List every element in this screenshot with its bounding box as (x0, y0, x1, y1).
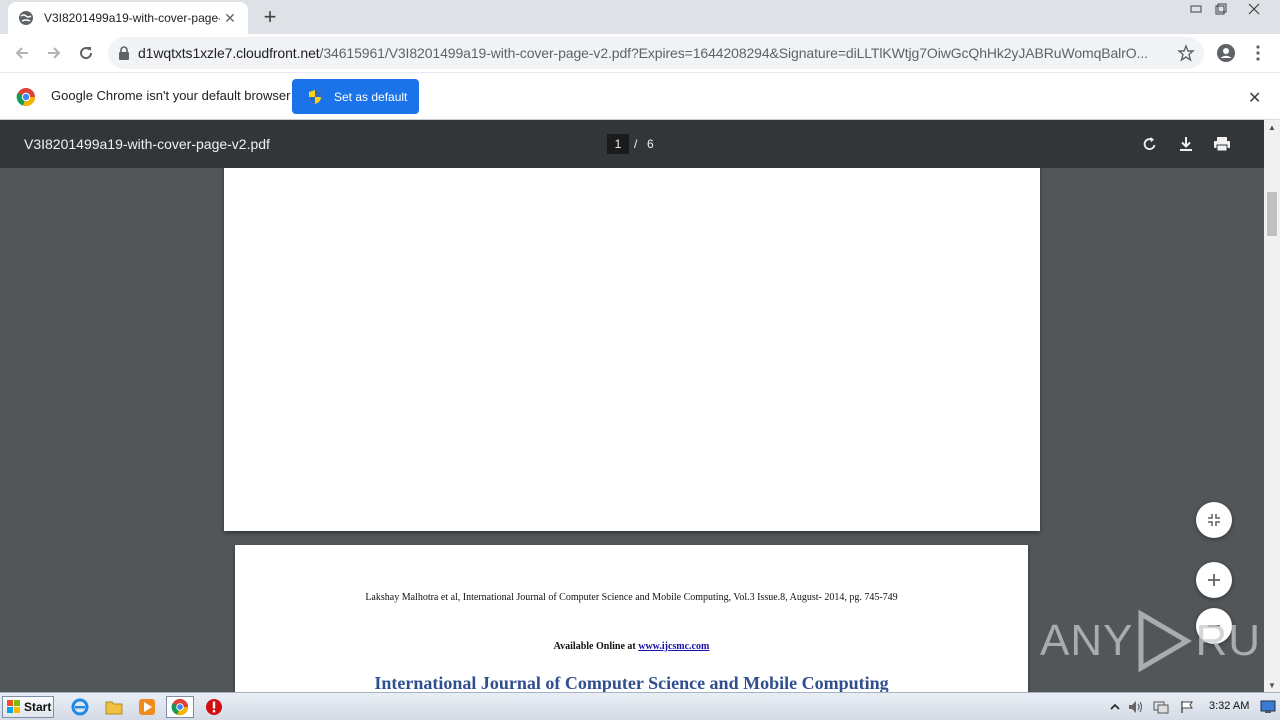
security-alert-taskbar-icon[interactable] (200, 696, 228, 718)
citation-header: Lakshay Malhotra et al, International Jo… (365, 592, 898, 603)
lock-icon (119, 46, 129, 60)
forward-arrow-icon (48, 47, 61, 59)
play-triangle-icon (1138, 610, 1193, 672)
reload-icon (80, 47, 93, 60)
rotate-icon (1143, 137, 1156, 150)
set-as-default-button[interactable]: Set as default (292, 79, 419, 114)
anyrun-watermark: ANY RUN (1040, 610, 1280, 672)
url-host: d1wqtxts1xzle7.cloudfront.net (138, 45, 320, 61)
available-prefix: Available Online at (553, 641, 639, 652)
url-text: d1wqtxts1xzle7.cloudfront.net/34615961/V… (138, 45, 1156, 61)
available-online: Available Online at www.ijcsmc.com (235, 641, 1028, 652)
plus-icon (1208, 574, 1220, 586)
page-number-input[interactable]: 1 (607, 134, 629, 154)
scroll-up-arrow-icon[interactable]: ▲ (1264, 120, 1280, 134)
pdf-page-2: Lakshay Malhotra et al, International Jo… (235, 545, 1028, 692)
chrome-taskbar-icon[interactable] (166, 696, 194, 718)
journal-website-link[interactable]: www.ijcsmc.com (638, 641, 709, 652)
zoom-in-button[interactable] (1196, 562, 1232, 598)
printer-icon (1214, 137, 1230, 152)
address-bar[interactable]: d1wqtxts1xzle7.cloudfront.net/34615961/V… (108, 37, 1204, 69)
menu-button[interactable] (1243, 38, 1273, 68)
show-desktop-icon[interactable] (1259, 698, 1277, 716)
back-arrow-icon (15, 47, 28, 59)
pdf-toolbar: V3I8201499a19-with-cover-page-v2.pdf 1 /… (0, 120, 1264, 168)
new-tab-button[interactable]: + (258, 6, 282, 30)
page-total: 6 (647, 137, 654, 151)
network-icon[interactable] (1152, 698, 1170, 716)
fit-page-button[interactable] (1196, 502, 1232, 538)
start-label: Start (24, 700, 52, 714)
download-button[interactable] (1174, 132, 1198, 156)
bookmark-star-button[interactable] (1171, 38, 1201, 68)
tab-close-icon[interactable]: ✕ (222, 10, 238, 26)
uac-shield-icon (308, 89, 322, 105)
pdf-filename: V3I8201499a19-with-cover-page-v2.pdf (24, 136, 270, 152)
reload-button[interactable] (71, 38, 101, 68)
watermark-text-left: ANY (1040, 616, 1134, 665)
browser-toolbar: d1wqtxts1xzle7.cloudfront.net/34615961/V… (0, 34, 1280, 72)
globe-icon (18, 10, 34, 26)
restore-button[interactable] (1208, 0, 1234, 18)
journal-title: International Journal of Computer Scienc… (374, 673, 889, 692)
infobar-close-icon[interactable]: ✕ (1248, 88, 1261, 108)
infobar-message: Google Chrome isn't your default browser (51, 88, 291, 103)
download-icon (1180, 137, 1192, 151)
close-window-button[interactable] (1241, 0, 1267, 18)
tab-strip: V3I8201499a19-with-cover-page-v2.pdf ✕ + (0, 0, 1280, 34)
windows-logo-icon (7, 700, 20, 713)
action-center-flag-icon[interactable] (1178, 698, 1196, 716)
scroll-down-arrow-icon[interactable]: ▼ (1264, 678, 1280, 692)
kebab-menu-icon (1256, 45, 1260, 61)
minimize-button[interactable] (1183, 0, 1209, 18)
account-icon (1217, 44, 1235, 62)
profile-button[interactable] (1211, 38, 1241, 68)
scroll-thumb[interactable] (1267, 192, 1277, 236)
page-separator: / (634, 137, 638, 151)
vertical-scrollbar[interactable]: ▲ ▼ (1264, 120, 1280, 692)
ie-taskbar-icon[interactable] (66, 696, 94, 718)
chrome-logo-icon (16, 87, 36, 112)
forward-button[interactable] (39, 38, 69, 68)
star-icon (1177, 44, 1195, 62)
rotate-button[interactable] (1138, 132, 1162, 156)
pdf-page-1 (224, 168, 1040, 531)
media-player-taskbar-icon[interactable] (133, 696, 161, 718)
windows-taskbar: Start 3:32 AM (0, 692, 1280, 720)
taskbar-clock[interactable]: 3:32 AM (1209, 700, 1249, 712)
print-button[interactable] (1210, 132, 1234, 156)
url-path: /34615961/V3I8201499a19-with-cover-page-… (319, 45, 1148, 61)
browser-tab[interactable]: V3I8201499a19-with-cover-page-v2.pdf ✕ (8, 2, 248, 34)
start-button[interactable]: Start (2, 696, 54, 718)
default-browser-infobar: Google Chrome isn't your default browser… (0, 72, 1280, 120)
volume-icon[interactable] (1127, 698, 1145, 716)
tab-title: V3I8201499a19-with-cover-page-v2.pdf (44, 11, 220, 25)
fit-to-page-icon (1208, 514, 1220, 526)
back-button[interactable] (7, 38, 37, 68)
explorer-taskbar-icon[interactable] (100, 696, 128, 718)
set-as-default-label: Set as default (334, 89, 408, 104)
show-hidden-icons-icon[interactable] (1106, 698, 1124, 716)
